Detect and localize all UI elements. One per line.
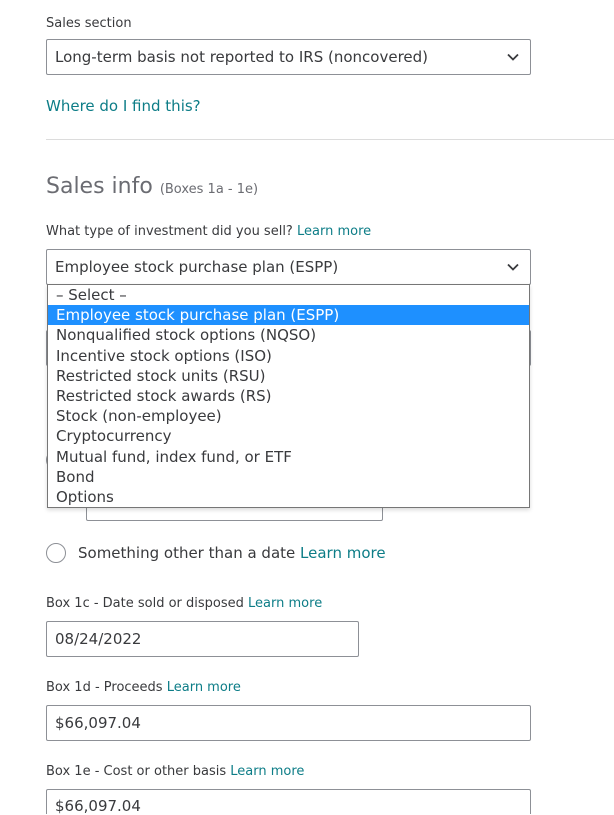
- box-1c-input[interactable]: 08/24/2022: [46, 621, 359, 657]
- box-1d-label: Box 1d - Proceeds Learn more: [46, 680, 241, 695]
- sales-info-heading: Sales info (Boxes 1a - 1e): [46, 174, 258, 199]
- chevron-down-icon: [507, 53, 519, 61]
- other-than-date-radio[interactable]: [46, 543, 66, 563]
- sales-info-title: Sales info: [46, 174, 153, 199]
- options-list: – Select – Employee stock purchase plan (…: [48, 285, 529, 507]
- box-1d-input[interactable]: $66,097.04: [46, 705, 531, 741]
- dropdown-option[interactable]: Stock (non-employee): [48, 406, 529, 426]
- box-1e-text: Box 1e - Cost or other basis: [46, 764, 227, 779]
- where-find-link[interactable]: Where do I find this?: [46, 97, 201, 115]
- box-1e-input[interactable]: $66,097.04: [46, 789, 531, 815]
- dropdown-option[interactable]: Restricted stock awards (RS): [48, 386, 529, 406]
- other-than-date-label: Something other than a date Learn more: [78, 544, 386, 562]
- dropdown-option[interactable]: Restricted stock units (RSU): [48, 366, 529, 386]
- box-1e-label: Box 1e - Cost or other basis Learn more: [46, 764, 304, 779]
- box-1d-text: Box 1d - Proceeds: [46, 680, 163, 695]
- dropdown-option[interactable]: Incentive stock options (ISO): [48, 346, 529, 366]
- section-divider: [46, 139, 614, 140]
- investment-type-question: What type of investment did you sell?: [46, 224, 293, 239]
- investment-type-dropdown[interactable]: – Select – Employee stock purchase plan (…: [47, 284, 530, 508]
- box-1d-learn-more[interactable]: Learn more: [167, 680, 241, 695]
- dropdown-option[interactable]: Nonqualified stock options (NQSO): [48, 325, 529, 345]
- sales-info-subtitle: (Boxes 1a - 1e): [159, 182, 259, 197]
- dropdown-option[interactable]: Bond: [48, 467, 529, 487]
- investment-type-select[interactable]: Employee stock purchase plan (ESPP): [46, 249, 531, 285]
- other-than-date-learn-more[interactable]: Learn more: [300, 544, 386, 562]
- sales-section-select[interactable]: Long-term basis not reported to IRS (non…: [46, 39, 531, 75]
- box-1d-value: $66,097.04: [55, 714, 141, 732]
- sales-section-label: Sales section: [46, 16, 132, 31]
- dropdown-option[interactable]: – Select –: [48, 285, 529, 305]
- other-than-date-text: Something other than a date: [78, 544, 296, 562]
- box-1c-learn-more[interactable]: Learn more: [248, 596, 322, 611]
- box-1c-text: Box 1c - Date sold or disposed: [46, 596, 244, 611]
- dropdown-option[interactable]: Mutual fund, index fund, or ETF: [48, 447, 529, 467]
- box-1e-value: $66,097.04: [55, 797, 141, 815]
- investment-type-value: Employee stock purchase plan (ESPP): [55, 258, 339, 276]
- chevron-down-icon: [507, 263, 519, 271]
- sales-section-value: Long-term basis not reported to IRS (non…: [55, 48, 429, 66]
- dropdown-option[interactable]: Options: [48, 487, 529, 507]
- box-1c-label: Box 1c - Date sold or disposed Learn mor…: [46, 596, 322, 611]
- investment-learn-more-link[interactable]: Learn more: [297, 224, 371, 239]
- box-1c-value: 08/24/2022: [55, 630, 142, 648]
- investment-type-label: What type of investment did you sell? Le…: [46, 224, 371, 239]
- dropdown-option[interactable]: Employee stock purchase plan (ESPP): [48, 305, 529, 326]
- box-1e-learn-more[interactable]: Learn more: [230, 764, 304, 779]
- dropdown-option[interactable]: Cryptocurrency: [48, 426, 529, 446]
